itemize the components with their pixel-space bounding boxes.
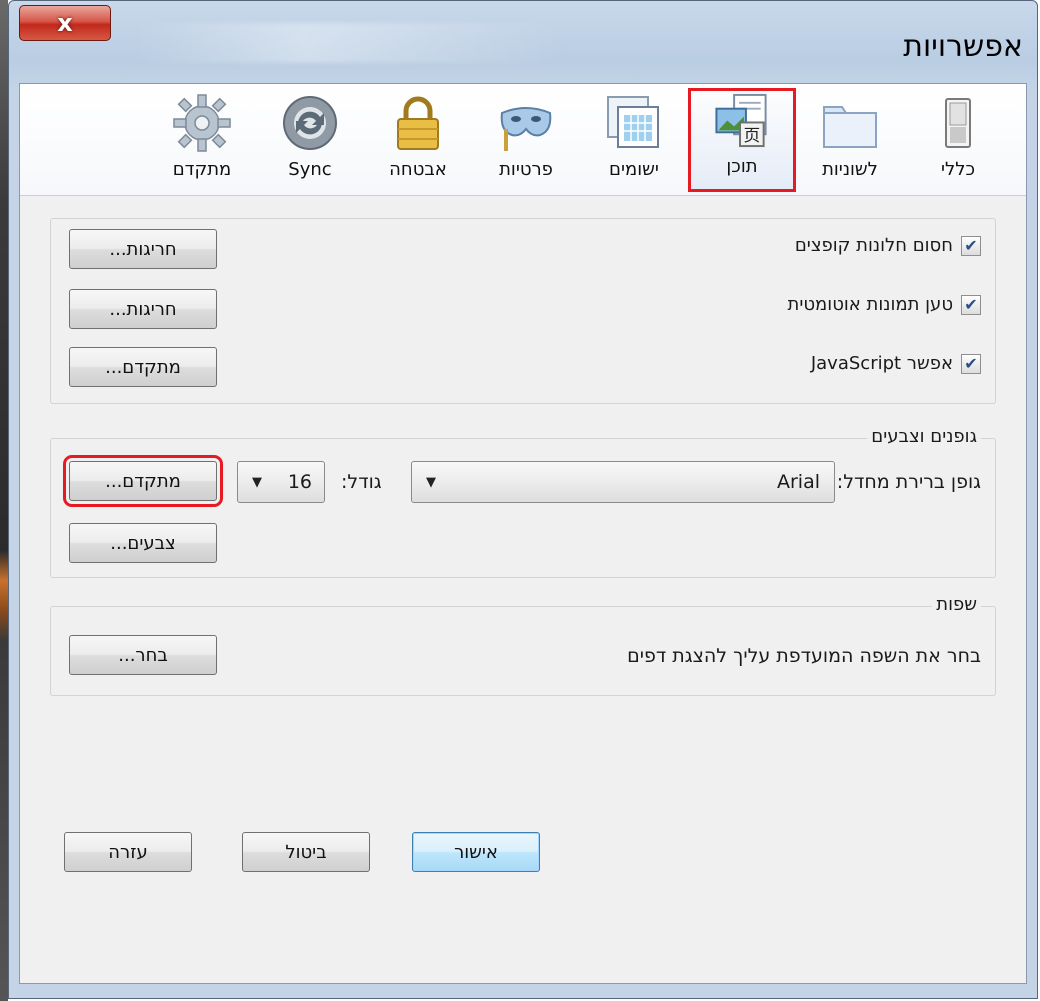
tab-label: פרטיות [499,159,553,180]
content-page-icon: 页 [715,93,767,148]
default-font-select[interactable]: ▼ Arial [411,461,835,503]
general-switch-icon [945,98,971,148]
enable-javascript-checkbox[interactable]: ✔ [961,353,981,374]
svg-text:页: 页 [743,125,760,145]
javascript-advanced-button[interactable]: מתקדם... [69,347,217,387]
applications-window-icon [607,96,659,148]
tab-privacy[interactable]: פרטיות [472,88,580,192]
default-font-value: Arial [776,471,820,493]
close-button[interactable]: x [19,5,111,41]
tab-security[interactable]: אבטחה [364,88,472,192]
block-popups-checkbox[interactable]: ✔ [961,235,981,256]
languages-title: שפות [932,594,981,615]
load-images-option[interactable]: ✔ טען תמונות אוטומטית [788,294,981,315]
content-options-group: ✔ חסום חלונות קופצים חריגות... ✔ טען תמו… [50,218,996,404]
default-font-label: גופן ברירת מחדל: [836,471,981,493]
font-size-value: 16 [287,471,312,493]
tab-label: תוכן [726,156,758,177]
tab-tabs[interactable]: לשוניות [796,88,904,192]
block-popups-label: חסום חלונות קופצים [794,235,953,256]
category-toolbar: כללי לשוניות 页 תוכן ישומים פרטיות אבטחה … [20,84,1026,196]
tab-label: אבטחה [389,159,447,180]
help-button[interactable]: עזרה [64,832,192,872]
tab-label: ישומים [609,159,659,180]
tab-label: מתקדם [172,159,232,180]
popup-exceptions-button[interactable]: חריגות... [69,229,217,269]
tab-label: לשוניות [822,159,878,180]
fonts-advanced-button[interactable]: מתקדם... [63,455,223,507]
image-exceptions-button[interactable]: חריגות... [69,289,217,329]
tab-content[interactable]: 页 תוכן [688,88,796,192]
choose-language-button[interactable]: בחר... [69,635,217,675]
fonts-colors-group: גופנים וצבעים גופן ברירת מחדל: ▼ Arial ג… [50,426,996,578]
tab-general[interactable]: כללי [904,88,1012,192]
window-title: אפשרויות [903,29,1023,64]
tab-label: כללי [940,159,975,180]
tab-sync[interactable]: Sync [256,88,364,192]
sync-arrows-icon [283,96,337,150]
chevron-down-icon: ▼ [252,474,262,490]
languages-group: שפות בחר את השפה המועדפת עליך להצגת דפים… [50,594,996,696]
languages-description: בחר את השפה המועדפת עליך להצגת דפים [627,645,981,667]
tabs-folder-icon [823,106,877,148]
font-size-select[interactable]: ▼ 16 [237,461,325,503]
tab-advanced[interactable]: מתקדם [148,88,256,192]
tab-label: Sync [288,159,332,180]
advanced-gear-icon [173,94,231,152]
ok-button[interactable]: אישור [412,832,540,872]
dialog-client-area: כללי לשוניות 页 תוכן ישומים פרטיות אבטחה … [19,83,1027,984]
tab-applications[interactable]: ישומים [580,88,688,192]
desktop-background-strip [0,0,8,1001]
cancel-button[interactable]: ביטול [242,832,370,872]
enable-javascript-label: אפשר JavaScript [810,353,953,374]
privacy-mask-icon [500,107,552,151]
security-lock-icon [397,96,439,150]
title-bar-glass [129,23,569,63]
title-bar: x אפשרויות [9,1,1037,85]
close-icon: x [57,9,73,37]
fonts-colors-title: גופנים וצבעים [867,426,981,447]
load-images-label: טען תמונות אוטומטית [787,294,953,315]
colors-button[interactable]: צבעים... [69,523,217,563]
chevron-down-icon: ▼ [426,474,436,490]
options-dialog: x אפשרויות כללי לשוניות 页 תוכן ישומים פר… [8,0,1038,999]
font-size-label: גודל: [341,471,382,493]
block-popups-option[interactable]: ✔ חסום חלונות קופצים [795,235,981,256]
enable-javascript-option[interactable]: ✔ אפשר JavaScript [811,353,981,374]
load-images-checkbox[interactable]: ✔ [961,294,981,315]
